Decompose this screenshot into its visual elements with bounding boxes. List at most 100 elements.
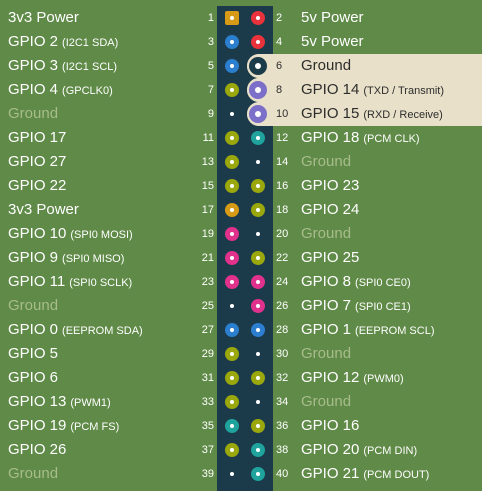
right-pin-label[interactable]: 5v Power (301, 31, 364, 53)
pin-dot-icon[interactable] (249, 81, 267, 99)
pin-dot-icon[interactable] (225, 275, 239, 289)
pin-dot-icon[interactable] (249, 105, 267, 123)
pin-dot-icon[interactable] (225, 11, 239, 25)
pin-dot-icon[interactable] (225, 323, 239, 337)
pin-dot-icon[interactable] (251, 419, 265, 433)
right-pin-label[interactable]: GPIO 23 (301, 175, 359, 197)
left-pin-label[interactable]: GPIO 6 (8, 367, 58, 389)
left-pin-number: 7 (207, 84, 214, 96)
right-pin-label[interactable]: GPIO 20 (PCM DIN) (301, 439, 417, 461)
pin-dot-icon[interactable] (225, 83, 239, 97)
left-pin-label[interactable]: GPIO 5 (8, 343, 58, 365)
right-pin-label[interactable]: GPIO 1 (EEPROM SCL) (301, 319, 435, 341)
pin-dot-icon[interactable] (225, 251, 239, 265)
pin-dot-icon[interactable] (251, 155, 265, 169)
left-pin-label[interactable]: GPIO 19 (PCM FS) (8, 415, 119, 437)
pin-dot-icon[interactable] (251, 467, 265, 481)
left-pin-label[interactable]: Ground (8, 295, 58, 317)
left-pin-label[interactable]: GPIO 27 (8, 151, 66, 173)
pin-dot-icon[interactable] (251, 347, 265, 361)
right-pin-label[interactable]: Ground (301, 343, 351, 365)
left-pin-label[interactable]: GPIO 10 (SPI0 MOSI) (8, 223, 133, 245)
right-pin-label[interactable]: GPIO 14 (TXD / Transmit) (301, 79, 444, 101)
pin-name: 3v3 Power (8, 9, 79, 26)
left-pin-label[interactable]: GPIO 4 (GPCLK0) (8, 79, 113, 101)
pin-dot-icon[interactable] (251, 203, 265, 217)
pin-dot-icon[interactable] (225, 107, 239, 121)
pin-name: Ground (301, 393, 352, 410)
left-pin-label[interactable]: Ground (8, 103, 58, 125)
right-pin-label[interactable]: GPIO 16 (301, 415, 359, 437)
pin-dot-icon[interactable] (225, 203, 239, 217)
pin-dot-icon[interactable] (225, 347, 239, 361)
pin-name: GPIO 8 (301, 273, 352, 290)
left-pin-number: 33 (201, 396, 214, 408)
left-pin-label[interactable]: GPIO 9 (SPI0 MISO) (8, 247, 124, 269)
left-pin-label[interactable]: GPIO 22 (8, 175, 66, 197)
left-pin-number: 9 (207, 108, 214, 120)
left-pin-label[interactable]: GPIO 3 (I2C1 SCL) (8, 55, 117, 77)
pin-dot-icon[interactable] (251, 179, 265, 193)
pin-dot-icon[interactable] (251, 443, 265, 457)
pin-dot-icon[interactable] (225, 419, 239, 433)
right-pin-label[interactable]: GPIO 12 (PWM0) (301, 367, 404, 389)
pin-dot-icon[interactable] (251, 35, 265, 49)
right-pin-label[interactable]: GPIO 7 (SPI0 CE1) (301, 295, 411, 317)
pin-dot-icon[interactable] (225, 395, 239, 409)
pin-name: Ground (8, 105, 59, 122)
right-pin-label[interactable]: GPIO 18 (PCM CLK) (301, 127, 420, 149)
right-pin-label[interactable]: 5v Power (301, 7, 364, 29)
pin-name: GPIO 2 (8, 33, 59, 50)
right-pin-label[interactable]: GPIO 21 (PCM DOUT) (301, 463, 429, 485)
pin-name: Ground (8, 465, 59, 482)
right-pin-label[interactable]: GPIO 8 (SPI0 CE0) (301, 271, 411, 293)
pin-dot-icon[interactable] (251, 131, 265, 145)
pin-dot-icon[interactable] (251, 11, 265, 25)
pin-dot-icon[interactable] (251, 323, 265, 337)
pin-name: Ground (301, 57, 352, 74)
left-pin-label[interactable]: 3v3 Power (8, 199, 79, 221)
left-pin-label[interactable]: GPIO 17 (8, 127, 66, 149)
left-pin-label[interactable]: 3v3 Power (8, 7, 79, 29)
left-pin-label[interactable]: GPIO 11 (SPI0 SCLK) (8, 271, 132, 293)
pin-row: GPIO 5 29 30 Ground (0, 342, 482, 366)
pin-dot-icon[interactable] (225, 155, 239, 169)
pin-dot-icon[interactable] (251, 251, 265, 265)
pin-dot-icon[interactable] (251, 275, 265, 289)
right-pin-label[interactable]: GPIO 25 (301, 247, 359, 269)
left-pin-label[interactable]: GPIO 26 (8, 439, 66, 461)
pin-dot-icon[interactable] (225, 35, 239, 49)
pin-function: (EEPROM SCL) (355, 325, 435, 337)
right-pin-number: 26 (276, 300, 289, 312)
pin-name: GPIO 22 (8, 177, 67, 194)
pin-dot-icon[interactable] (225, 299, 239, 313)
right-pin-label[interactable]: Ground (301, 391, 351, 413)
gpio-pinout-diagram: 3v3 Power 1 2 5v Power GPIO 2 (I2C1 SDA) 3 4 5v … (0, 6, 482, 491)
left-pin-label[interactable]: GPIO 0 (EEPROM SDA) (8, 319, 143, 341)
pin-row: 3v3 Power 17 18 GPIO 24 (0, 198, 482, 222)
pin-dot-icon[interactable] (251, 227, 265, 241)
pin-dot-icon[interactable] (225, 467, 239, 481)
right-pin-number: 2 (276, 12, 283, 24)
pin-dot-icon[interactable] (251, 395, 265, 409)
left-pin-label[interactable]: GPIO 2 (I2C1 SDA) (8, 31, 118, 53)
right-pin-label[interactable]: Ground (301, 55, 351, 77)
pin-dot-icon[interactable] (225, 131, 239, 145)
right-pin-label[interactable]: GPIO 24 (301, 199, 359, 221)
pin-row: Ground 9 10 GPIO 15 (RXD / Receive) (0, 102, 482, 126)
pin-name: GPIO 1 (301, 321, 352, 338)
pin-dot-icon[interactable] (225, 179, 239, 193)
pin-dot-icon[interactable] (249, 57, 267, 75)
pin-dot-icon[interactable] (225, 59, 239, 73)
pin-dot-icon[interactable] (225, 443, 239, 457)
right-pin-label[interactable]: Ground (301, 223, 351, 245)
pin-dot-icon[interactable] (251, 371, 265, 385)
right-pin-label[interactable]: Ground (301, 151, 351, 173)
pin-dot-icon[interactable] (251, 299, 265, 313)
pin-dot-icon[interactable] (225, 227, 239, 241)
left-pin-label[interactable]: Ground (8, 463, 58, 485)
right-pin-label[interactable]: GPIO 15 (RXD / Receive) (301, 103, 443, 125)
left-pin-label[interactable]: GPIO 13 (PWM1) (8, 391, 111, 413)
pin-row: Ground 25 26 GPIO 7 (SPI0 CE1) (0, 294, 482, 318)
pin-dot-icon[interactable] (225, 371, 239, 385)
